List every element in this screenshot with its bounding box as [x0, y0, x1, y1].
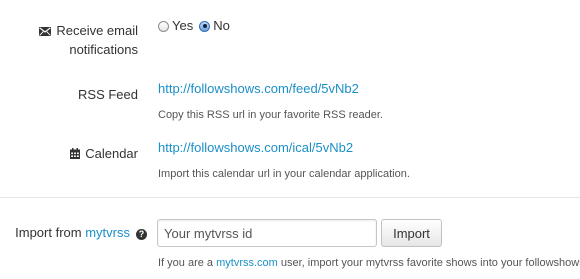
- question-circle-icon[interactable]: ?: [136, 229, 147, 240]
- calendar-url[interactable]: http://followshows.com/ical/5vNb2: [158, 140, 353, 155]
- import-label-prefix: Import from: [15, 225, 86, 240]
- no-radio[interactable]: [199, 20, 211, 32]
- import-label: Import from mytvrss?: [15, 224, 147, 242]
- yes-radio-label[interactable]: Yes: [172, 17, 193, 35]
- import-help-prefix: If you are a: [158, 257, 217, 269]
- no-radio-label[interactable]: No: [213, 17, 230, 35]
- import-help-suffix: user, import your mytvrss favorite shows…: [277, 257, 580, 269]
- email-notifications-options: Yes No: [158, 17, 236, 35]
- calendar-help-text: Import this calendar url in your calenda…: [158, 168, 410, 180]
- envelope-icon: [39, 23, 52, 41]
- mytvrss-id-input[interactable]: [157, 219, 377, 247]
- import-button[interactable]: Import: [381, 219, 442, 247]
- calendar-label-text: Calendar: [85, 146, 138, 161]
- email-notifications-label: Receive email notifications: [39, 22, 138, 59]
- rss-help-text: Copy this RSS url in your favorite RSS r…: [158, 109, 383, 121]
- import-help-text: If you are a mytvrss.com user, import yo…: [158, 255, 580, 271]
- section-divider: [0, 197, 580, 198]
- yes-radio[interactable]: [158, 20, 169, 32]
- email-label-line2: notifications: [69, 42, 138, 57]
- rss-feed-label: RSS Feed: [78, 87, 138, 102]
- calendar-icon: [70, 146, 81, 164]
- rss-url[interactable]: http://followshows.com/feed/5vNb2: [158, 81, 359, 96]
- mytvrss-site-link[interactable]: mytvrss.com: [216, 257, 278, 269]
- calendar-url-link[interactable]: http://followshows.com/ical/5vNb2: [158, 139, 353, 157]
- calendar-label: Calendar: [70, 145, 138, 164]
- rss-url-link[interactable]: http://followshows.com/feed/5vNb2: [158, 80, 359, 98]
- mytvrss-link[interactable]: mytvrss: [85, 225, 130, 240]
- email-label-line1: Receive email: [56, 23, 138, 38]
